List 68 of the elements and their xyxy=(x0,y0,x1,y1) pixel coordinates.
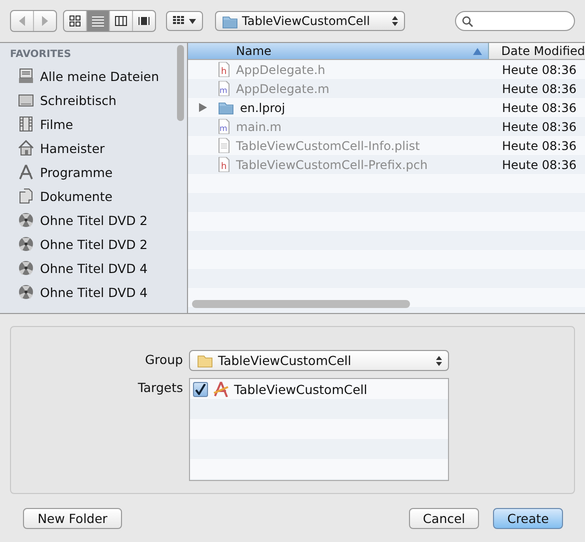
sort-arrow-icon xyxy=(473,48,482,54)
document-icon xyxy=(218,138,230,153)
targets-label: Targets xyxy=(136,379,183,397)
date-cell-text: Heute 08:36 xyxy=(501,62,576,76)
sidebar-item[interactable]: Dokumente xyxy=(0,184,174,208)
sidebar-item[interactable]: Ohne Titel DVD 4 xyxy=(0,280,174,304)
list-icon xyxy=(92,15,104,27)
date-cell-text: Heute 08:36 xyxy=(501,158,576,172)
arrange-button[interactable] xyxy=(166,11,203,31)
h-file-icon: h xyxy=(218,157,230,172)
target-name: TableViewCustomCell xyxy=(234,382,368,396)
column-header[interactable]: Date Modified xyxy=(489,43,585,59)
app-target-icon xyxy=(213,381,229,397)
sidebar-item[interactable]: Ohne Titel DVD 4 xyxy=(0,256,174,280)
date-cell-text: Heute 08:36 xyxy=(501,138,576,152)
new-folder-button[interactable]: New Folder xyxy=(23,508,122,529)
film-icon xyxy=(18,116,34,132)
sidebar-item[interactable]: Alle meine Dateien xyxy=(0,64,174,88)
search-icon xyxy=(462,16,473,26)
caret-icon xyxy=(189,18,196,24)
checkmark-icon xyxy=(195,384,206,394)
date-cell-text: Heute 08:36 xyxy=(501,100,576,114)
m-file-icon: m xyxy=(218,81,230,96)
grid-icon xyxy=(69,15,81,27)
sidebar-item[interactable]: Programme xyxy=(0,160,174,184)
sidebar-item[interactable]: Ohne Titel DVD 2 xyxy=(0,208,174,232)
grid-icon xyxy=(173,16,185,26)
documents-icon xyxy=(18,188,34,204)
m-file-icon: m xyxy=(218,119,230,134)
forward-icon xyxy=(41,16,49,26)
checkbox[interactable] xyxy=(193,382,208,396)
scrollbar-thumb[interactable] xyxy=(192,300,410,308)
disclosure-triangle-icon[interactable] xyxy=(199,103,207,112)
create-button[interactable]: Create xyxy=(493,508,563,529)
disc-icon xyxy=(18,260,34,276)
column-header[interactable]: Name xyxy=(188,43,490,59)
h-file-icon: h xyxy=(218,62,230,77)
coverflow-icon xyxy=(138,15,150,27)
location-popup[interactable]: TableViewCustomCell xyxy=(215,11,405,31)
scrollbar-thumb[interactable] xyxy=(177,45,184,121)
file-name[interactable]: en.lproj xyxy=(240,100,286,114)
sidebar-item[interactable]: Hameister xyxy=(0,136,174,160)
disc-icon xyxy=(18,284,34,300)
search-field[interactable] xyxy=(455,11,575,31)
disc-icon xyxy=(18,212,34,228)
group-popup[interactable]: TableViewCustomCell xyxy=(189,350,449,371)
cancel-button[interactable]: Cancel xyxy=(409,508,479,529)
view-mode-control[interactable] xyxy=(63,10,156,32)
sidebar-item[interactable]: Schreibtisch xyxy=(0,88,174,112)
folder-icon xyxy=(218,100,234,115)
drawer-icon xyxy=(18,68,34,84)
sidebar-heading: FAVORITES xyxy=(9,49,72,62)
sidebar-item[interactable]: Filme xyxy=(0,112,174,136)
columns-icon xyxy=(115,15,127,27)
disc-icon xyxy=(18,236,34,252)
folder-icon xyxy=(197,354,213,368)
navigation-control[interactable] xyxy=(10,10,57,32)
date-cell-text: Heute 08:36 xyxy=(501,120,576,134)
folder-icon xyxy=(222,14,238,28)
desktop-icon xyxy=(18,92,34,108)
group-label: Group xyxy=(144,351,183,369)
date-cell-text: Heute 08:36 xyxy=(501,82,576,96)
compass-icon xyxy=(18,164,34,180)
sidebar-item[interactable]: Ohne Titel DVD 2 xyxy=(0,232,174,256)
house-icon xyxy=(18,140,34,156)
updown-arrows-icon xyxy=(436,356,442,366)
updown-arrows-icon xyxy=(392,16,398,26)
back-icon xyxy=(18,16,26,26)
